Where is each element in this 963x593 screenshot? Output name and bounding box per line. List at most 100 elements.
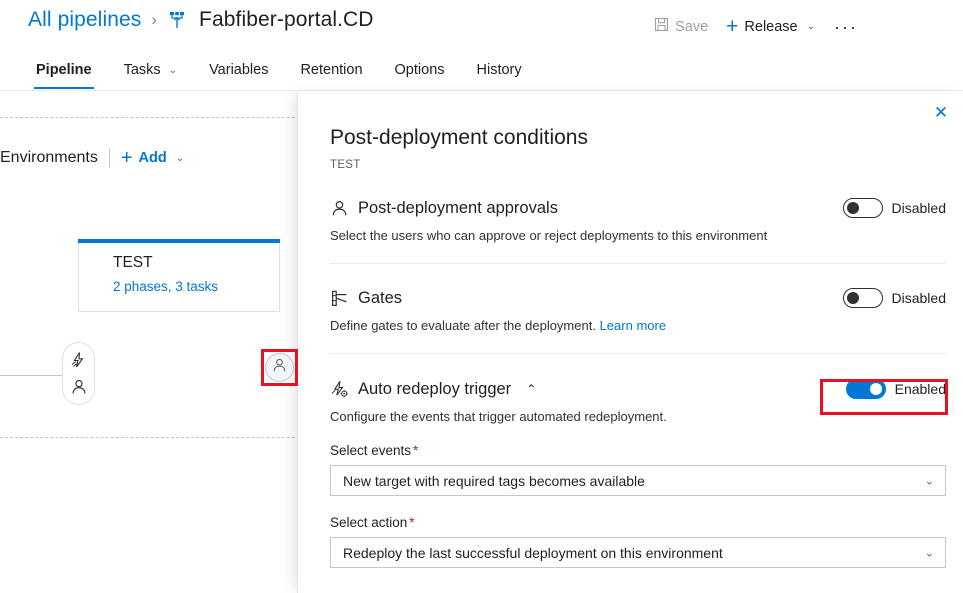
chevron-up-icon[interactable]: ⌃: [526, 383, 536, 395]
section-auto-redeploy-trigger: Auto redeploy trigger ⌃ Enabled Configur…: [330, 378, 946, 426]
post-deployment-conditions-button[interactable]: [265, 353, 294, 382]
canvas-dashed-divider-top: [0, 117, 340, 118]
azure-devops-release-pipeline-page: All pipelines › Fabfiber-portal.CD: [0, 0, 963, 593]
tab-pipeline-label: Pipeline: [36, 62, 92, 78]
gates-toggle[interactable]: [843, 288, 883, 308]
toggle-knob: [847, 292, 859, 304]
gates-toggle-group[interactable]: Disabled: [843, 288, 946, 308]
tab-retention[interactable]: Retention: [284, 56, 378, 89]
section-header-row: Auto redeploy trigger ⌃ Enabled: [330, 378, 946, 400]
add-environment-button[interactable]: + Add ⌄: [121, 148, 184, 168]
page-header: All pipelines › Fabfiber-portal.CD: [0, 0, 963, 90]
environments-label: Environments: [0, 149, 98, 167]
section-title-group: Post-deployment approvals: [330, 199, 558, 218]
pipeline-canvas: Environments + Add ⌄ TEST 2 phases, 3 ta…: [0, 91, 340, 593]
select-events-dropdown[interactable]: New target with required tags becomes av…: [330, 465, 946, 496]
environment-connector-line: [0, 375, 65, 376]
chevron-down-icon: ⌄: [925, 474, 934, 487]
section-header-row: Post-deployment approvals Disabled: [330, 197, 946, 219]
tab-history-label: History: [477, 62, 522, 78]
section-divider-2: [330, 353, 946, 354]
section-title: Gates: [358, 289, 402, 308]
pre-deployment-conditions-pill[interactable]: [62, 342, 95, 405]
environment-card-subtitle[interactable]: 2 phases, 3 tasks: [113, 279, 218, 294]
approvals-toggle-group[interactable]: Disabled: [843, 198, 946, 218]
page-title: Fabfiber-portal.CD: [199, 8, 374, 32]
more-options-button[interactable]: ···: [824, 14, 868, 40]
chevron-down-icon[interactable]: ⌄: [176, 153, 184, 164]
environments-divider: [109, 148, 110, 168]
auto-redeploy-trigger-toggle[interactable]: [846, 379, 886, 399]
required-asterisk: *: [409, 515, 414, 530]
environment-card-test[interactable]: TEST 2 phases, 3 tasks: [78, 239, 280, 312]
section-post-deployment-approvals: Post-deployment approvals Disabled Selec…: [330, 197, 946, 245]
tab-tasks[interactable]: Tasks ⌄: [108, 56, 193, 89]
auto-redeploy-lightning-gear-icon: [330, 380, 349, 399]
tab-tasks-label: Tasks: [124, 62, 161, 78]
tab-retention-label: Retention: [300, 62, 362, 78]
post-deployment-approvals-toggle[interactable]: [843, 198, 883, 218]
auto-redeploy-toggle-group[interactable]: Enabled: [846, 379, 946, 399]
select-events-label: Select events*: [330, 443, 946, 458]
gate-icon: [330, 289, 349, 308]
select-action-label-text: Select action: [330, 515, 407, 530]
select-action-dropdown[interactable]: Redeploy the last successful deployment …: [330, 537, 946, 568]
environment-card-name: TEST: [113, 254, 153, 272]
section-description: Select the users who can approve or reje…: [330, 227, 946, 245]
required-asterisk: *: [413, 443, 418, 458]
section-divider-1: [330, 263, 946, 264]
select-events-label-text: Select events: [330, 443, 411, 458]
tab-variables-label: Variables: [209, 62, 268, 78]
section-title: Auto redeploy trigger: [358, 380, 511, 399]
post-deployment-conditions-panel: ✕ Post-deployment conditions TEST Post-d…: [297, 91, 963, 593]
chevron-down-icon: ⌄: [169, 65, 177, 76]
section-header-row: Gates Disabled: [330, 287, 946, 309]
add-environment-label: Add: [139, 150, 167, 166]
environments-header: Environments + Add ⌄: [0, 148, 184, 168]
tab-pipeline[interactable]: Pipeline: [20, 56, 108, 89]
panel-title: Post-deployment conditions: [330, 126, 588, 150]
tab-options-label: Options: [395, 62, 445, 78]
toggle-knob: [870, 383, 882, 395]
breadcrumb-separator: ›: [151, 10, 157, 30]
tab-variables[interactable]: Variables: [193, 56, 284, 89]
panel-subtitle: TEST: [330, 159, 361, 171]
close-icon[interactable]: ✕: [927, 99, 955, 127]
pre-deployment-lightning-icon[interactable]: [70, 351, 88, 369]
pipeline-fork-icon: [167, 9, 187, 31]
section-title-group: Auto redeploy trigger ⌃: [330, 380, 536, 399]
plus-icon: +: [121, 148, 133, 168]
section-title: Post-deployment approvals: [358, 199, 558, 218]
release-button[interactable]: + Release ⌄: [717, 12, 824, 41]
toggle-knob: [847, 202, 859, 214]
canvas-dashed-divider-bottom: [0, 437, 340, 438]
breadcrumb-all-pipelines-link[interactable]: All pipelines: [28, 8, 141, 32]
person-icon: [330, 199, 349, 218]
plus-icon: +: [726, 16, 738, 37]
tab-bar: Pipeline Tasks ⌄ Variables Retention Opt…: [20, 56, 538, 89]
tab-options[interactable]: Options: [379, 56, 461, 89]
post-deployment-person-icon: [271, 357, 288, 379]
pre-deployment-person-icon[interactable]: [70, 378, 88, 396]
section-gates: Gates Disabled Define gates to evaluate …: [330, 287, 946, 335]
section-title-group: Gates: [330, 289, 402, 308]
chevron-down-icon: ⌄: [925, 546, 934, 559]
save-floppy-icon: [654, 17, 669, 36]
approvals-toggle-label: Disabled: [892, 200, 946, 216]
save-button[interactable]: Save: [645, 13, 717, 40]
breadcrumb: All pipelines › Fabfiber-portal.CD: [28, 8, 374, 32]
environment-card-status-bar: [78, 239, 280, 243]
chevron-down-icon[interactable]: ⌄: [807, 21, 815, 32]
gates-learn-more-link[interactable]: Learn more: [600, 318, 666, 333]
section-description: Define gates to evaluate after the deplo…: [330, 317, 946, 335]
release-button-label: Release: [744, 19, 797, 35]
save-button-label: Save: [675, 19, 708, 35]
section-description: Configure the events that trigger automa…: [330, 408, 946, 426]
field-select-action: Select action* Redeploy the last success…: [330, 515, 946, 568]
select-action-label: Select action*: [330, 515, 946, 530]
tab-history[interactable]: History: [461, 56, 538, 89]
gates-description-text: Define gates to evaluate after the deplo…: [330, 318, 596, 333]
field-select-events: Select events* New target with required …: [330, 443, 946, 496]
auto-redeploy-toggle-label: Enabled: [895, 381, 946, 397]
select-events-value: New target with required tags becomes av…: [331, 473, 679, 489]
